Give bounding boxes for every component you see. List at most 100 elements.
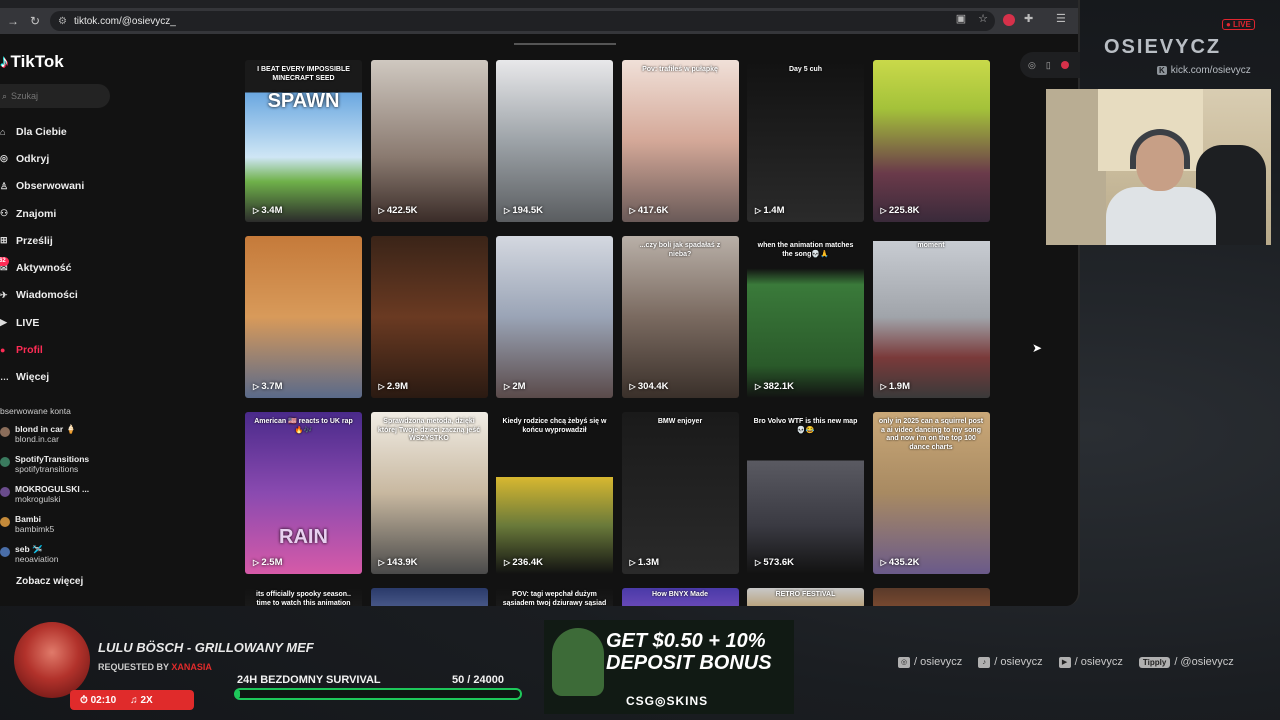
- reload-icon[interactable]: ↻: [26, 12, 44, 30]
- video-tile[interactable]: only in 2025 can a squirrel post a ai vi…: [872, 412, 990, 574]
- song-time: ⏱ 02:10: [80, 694, 117, 706]
- followed-title: bserwowane konta: [0, 406, 71, 416]
- followed-account[interactable]: blond in car 🍦 blond.in.car: [0, 424, 180, 454]
- stream-bottom-bar: LULU BÖSCH - GRILLOWANY MEF REQUESTED BY…: [0, 606, 1280, 720]
- song-time-value: 02:10: [90, 694, 117, 706]
- video-caption: its officially spooky season.. time to w…: [256, 591, 351, 606]
- followed-account[interactable]: MOKROGULSKI ... mokrogulski: [0, 484, 180, 514]
- sidebar-item-label: Znajomi: [16, 207, 57, 220]
- followed-account[interactable]: SpotifyTransitions spotifytransitions: [0, 454, 180, 484]
- video-tile[interactable]: moment 1.9M: [872, 236, 990, 398]
- tiktok-logo[interactable]: ♪ TikTok: [0, 52, 64, 72]
- video-tile[interactable]: [872, 588, 990, 606]
- profile-dot-icon[interactable]: [1060, 61, 1069, 69]
- video-thumbnail: [245, 60, 362, 222]
- sidebar-item-4[interactable]: ⊞ Prześlij: [0, 227, 84, 254]
- sidebar-item-6[interactable]: ✈ Wiadomości: [0, 282, 84, 309]
- avatar: [0, 427, 10, 437]
- video-tile[interactable]: 422.5K: [370, 60, 488, 222]
- account-names: blond in car 🍦 blond.in.car: [15, 424, 76, 444]
- video-tile[interactable]: Pov: trafiłeś w pułapkę 417.6K: [621, 60, 739, 222]
- view-count: 143.9K: [379, 557, 418, 568]
- account-handle: neoaviation: [15, 554, 59, 564]
- compass-icon[interactable]: ◎: [1028, 60, 1036, 71]
- ad-headline: GET $0.50 + 10% DEPOSIT BONUS: [606, 630, 772, 674]
- video-tile[interactable]: Sprawdzona metoda, dzięki której Twoje d…: [370, 412, 488, 574]
- sponsor-ad: GET $0.50 + 10% DEPOSIT BONUS CSG◎SKINS: [544, 620, 794, 714]
- tiktok-note-icon: ♪: [0, 52, 9, 71]
- requester-name: XANASIA: [171, 662, 212, 672]
- bookmark-star-icon[interactable]: ☆: [978, 12, 988, 25]
- sidebar-item-3[interactable]: ⚇ Znajomi: [0, 200, 84, 227]
- search-input[interactable]: [11, 91, 102, 101]
- followed-accounts: bserwowane konta blond in car 🍦 blond.in.…: [0, 406, 180, 587]
- video-caption: only in 2025 can a squirrel post a ai vi…: [878, 418, 984, 451]
- avatar: [0, 487, 10, 497]
- sidebar-item-label: Odkryj: [16, 152, 50, 165]
- sidebar-item-2[interactable]: ♙ Obserwowani: [0, 173, 84, 200]
- sidebar-item-9[interactable]: … Więcej: [0, 364, 84, 391]
- extensions-puzzle-icon[interactable]: ✚: [1024, 12, 1033, 25]
- stream-scene: → ↻ ⚙ tiktok.com/@osievycz_ ▣ ☆ ✚ ☰ ♪ Ti…: [0, 0, 1280, 720]
- sidebar-item-5[interactable]: ✉62Aktywność: [0, 254, 84, 281]
- ad-line-1: GET $0.50 + 10%: [606, 630, 766, 652]
- sidebar-item-label: Dla Ciebie: [16, 125, 67, 138]
- sidebar-icon[interactable]: ☰: [1056, 12, 1066, 25]
- video-thumbnail: [496, 236, 613, 398]
- video-thumbnail: [621, 60, 739, 222]
- browser-window: → ↻ ⚙ tiktok.com/@osievycz_ ▣ ☆ ✚ ☰ ♪ Ti…: [0, 0, 1080, 606]
- followed-account[interactable]: seb 🛩️ neoaviation: [0, 544, 180, 574]
- video-tile[interactable]: 225.8K: [872, 60, 990, 222]
- followed-account[interactable]: Bambi bambimk5: [0, 514, 180, 544]
- kick-link: K kick.com/osievycz: [1157, 65, 1251, 76]
- video-caption: Bro Volvo WTF is this new map 💀😂: [753, 418, 858, 434]
- social-link: ◎ / osievycz: [898, 656, 962, 668]
- video-tile[interactable]: ...czy boli jak spadałaś z nieba? 304.4K: [621, 236, 739, 398]
- forward-icon[interactable]: →: [4, 12, 22, 30]
- video-tile[interactable]: 2M: [496, 236, 613, 398]
- video-tile[interactable]: POV: tagi wepchał dużym sąsiadem twoj dz…: [496, 588, 613, 606]
- sidebar-item-1[interactable]: ◎ Odkryj: [0, 145, 84, 172]
- search-icon: ⌕: [2, 90, 8, 101]
- live-icon: ▶: [0, 317, 7, 328]
- sidebar-item-7[interactable]: ▶ LIVE: [0, 309, 84, 336]
- sidebar-item-label: LIVE: [16, 316, 40, 329]
- view-count: 1.9M: [881, 381, 910, 392]
- video-tile[interactable]: its officially spooky season.. time to w…: [245, 588, 362, 606]
- sidebar-item-label: Więcej: [16, 371, 50, 384]
- video-tile[interactable]: Kiedy rodzice chcą żebyś się w końcu wyp…: [496, 412, 613, 574]
- video-caption: POV: tagi wepchał dużym sąsiadem twoj dz…: [502, 591, 607, 606]
- video-tile[interactable]: Bro Volvo WTF is this new map 💀😂 573.6K: [747, 412, 864, 574]
- see-more-link[interactable]: Zobacz więcej: [0, 576, 180, 587]
- video-tile[interactable]: BMW enjoyer 1.3M: [621, 412, 739, 574]
- video-tile[interactable]: [370, 588, 488, 606]
- video-tile[interactable]: RETRO FESTIVAL: [747, 588, 864, 606]
- avatar: [0, 517, 10, 527]
- site-info-icon[interactable]: ⚙: [58, 16, 67, 27]
- video-tile[interactable]: Day 5 cuh 1.4M: [747, 60, 864, 222]
- sidebar-item-8[interactable]: ● Profil: [0, 336, 84, 363]
- account-names: Bambi bambimk5: [15, 514, 54, 534]
- video-tile[interactable]: American 🇺🇸 reacts to UK rap 🔥🎶 RAIN 2.5M: [245, 412, 362, 574]
- phone-icon[interactable]: ▯: [1046, 60, 1051, 71]
- cast-icon[interactable]: ▣: [956, 12, 966, 25]
- video-tile[interactable]: 3.7M: [245, 236, 362, 398]
- view-count: 2.9M: [379, 381, 408, 392]
- view-count: 1.3M: [630, 557, 659, 568]
- youtube-icon: ▶: [1058, 656, 1071, 668]
- search-bar[interactable]: ⌕: [0, 84, 110, 108]
- sidebar-item-0[interactable]: ⌂ Dla Ciebie: [0, 118, 84, 145]
- url-text: tiktok.com/@osievycz_: [73, 15, 176, 27]
- video-tile[interactable]: 194.5K: [496, 60, 613, 222]
- video-tile[interactable]: I BEAT EVERY IMPOSSIBLE MINECRAFT SEED SP…: [245, 60, 362, 222]
- sidebar-item-label: Obserwowani: [16, 180, 85, 193]
- social-handle: / osievycz: [914, 656, 963, 668]
- ad-character-image: [552, 628, 604, 696]
- extension-icon[interactable]: [1003, 14, 1015, 26]
- video-tile[interactable]: 2.9M: [370, 236, 488, 398]
- view-count: 435.2K: [881, 557, 920, 568]
- video-tile[interactable]: How BNYX Made: [621, 588, 739, 606]
- address-bar[interactable]: ⚙ tiktok.com/@osievycz_: [50, 11, 995, 31]
- video-tile[interactable]: when the animation matches the song💀🙏 382…: [747, 236, 864, 398]
- view-count: 194.5K: [504, 205, 543, 216]
